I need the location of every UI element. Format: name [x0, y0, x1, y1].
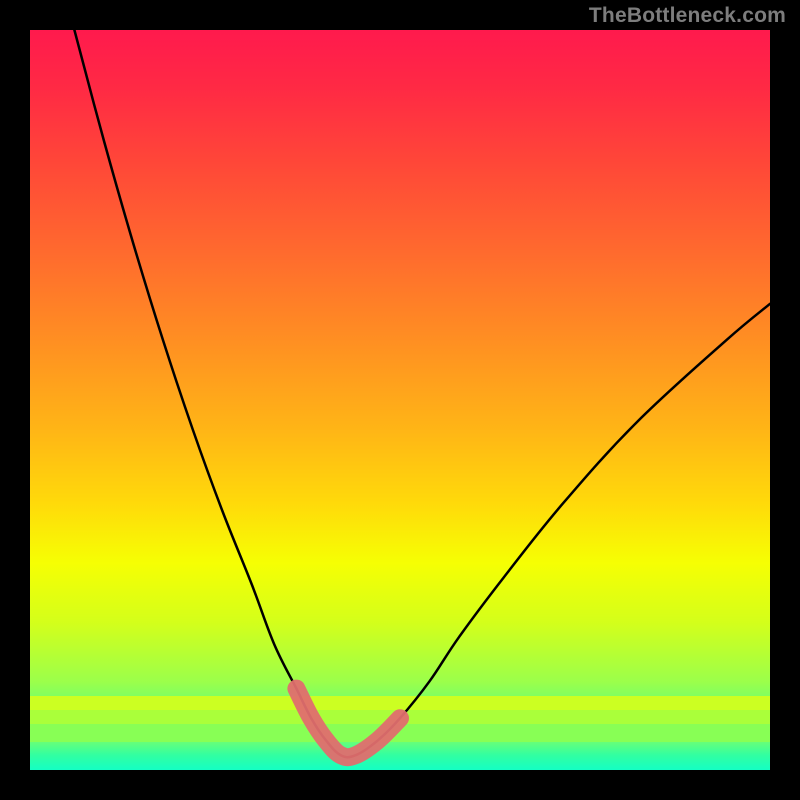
chart-canvas: TheBottleneck.com: [0, 0, 800, 800]
watermark-text: TheBottleneck.com: [589, 4, 786, 28]
bottleneck-curve: [74, 30, 770, 757]
curve-svg: [30, 30, 770, 770]
plot-area: [30, 30, 770, 770]
bottleneck-curve-highlight: [296, 689, 400, 758]
